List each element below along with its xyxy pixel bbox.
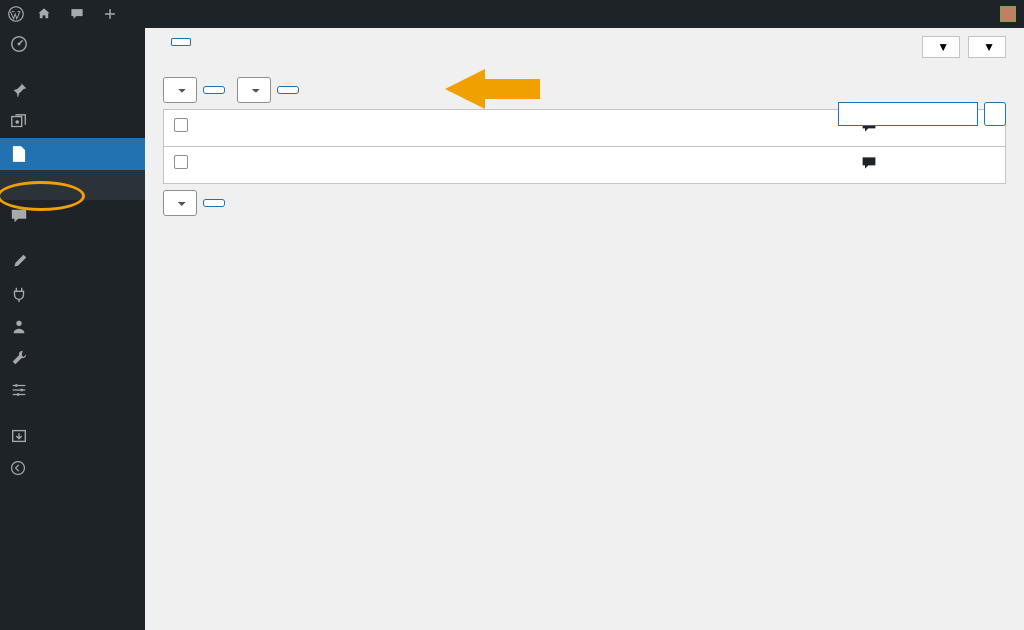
comment-icon (10, 207, 28, 225)
col-author (750, 110, 850, 147)
account-link[interactable] (995, 6, 1016, 22)
bulk-actions-select[interactable] (163, 77, 197, 103)
wp-logo[interactable] (8, 6, 24, 22)
add-new-button[interactable] (171, 38, 191, 46)
collapse-icon (10, 460, 26, 476)
wrench-icon (10, 349, 28, 367)
comment-icon (69, 6, 85, 22)
menu-backupbuddy[interactable] (0, 420, 145, 452)
menu-comments[interactable] (0, 200, 145, 232)
new-content[interactable] (102, 6, 123, 22)
chevron-down-icon: ▼ (937, 40, 949, 54)
backup-icon (10, 427, 28, 445)
screen-options-button[interactable]: ▼ (922, 36, 960, 58)
apply-button-bottom[interactable] (203, 199, 225, 207)
select-all-checkbox-footer[interactable] (174, 155, 188, 169)
pages-icon (10, 145, 28, 163)
menu-dashboard[interactable] (0, 28, 145, 60)
help-button[interactable]: ▼ (968, 36, 1006, 58)
menu-media[interactable] (0, 106, 145, 138)
menu-appearance[interactable] (0, 246, 145, 278)
chevron-down-icon: ▼ (983, 40, 995, 54)
date-filter-select[interactable] (237, 77, 271, 103)
brush-icon (10, 253, 28, 271)
comments-bubble[interactable] (69, 6, 90, 22)
bulk-actions-select-bottom[interactable] (163, 190, 197, 216)
menu-users[interactable] (0, 310, 145, 342)
menu-pages[interactable] (0, 138, 145, 170)
filter-button[interactable] (277, 86, 299, 94)
admin-footer (145, 608, 1024, 630)
menu-tools[interactable] (0, 342, 145, 374)
main-content: ▼ ▼ (145, 28, 1024, 630)
menu-settings[interactable] (0, 374, 145, 406)
wordpress-icon (8, 6, 24, 22)
col-author-footer (750, 147, 850, 184)
plus-icon (102, 6, 118, 22)
search-pages-button[interactable] (984, 102, 1006, 126)
col-comments-footer[interactable] (850, 147, 896, 184)
pin-icon (10, 81, 28, 99)
admin-toolbar (0, 0, 1024, 28)
collapse-menu[interactable] (0, 452, 145, 484)
select-all-checkbox[interactable] (174, 118, 188, 132)
dashboard-icon (10, 35, 28, 53)
site-link[interactable] (36, 6, 57, 22)
status-filters (163, 56, 1006, 71)
home-icon (36, 6, 52, 22)
plug-icon (10, 285, 28, 303)
avatar (1000, 6, 1016, 22)
menu-plugins[interactable] (0, 278, 145, 310)
menu-posts[interactable] (0, 74, 145, 106)
user-icon (10, 317, 28, 335)
admin-sidebar (0, 28, 145, 630)
media-icon (10, 113, 28, 131)
search-input[interactable] (838, 102, 978, 126)
apply-button-top[interactable] (203, 86, 225, 94)
sliders-icon (10, 381, 28, 399)
